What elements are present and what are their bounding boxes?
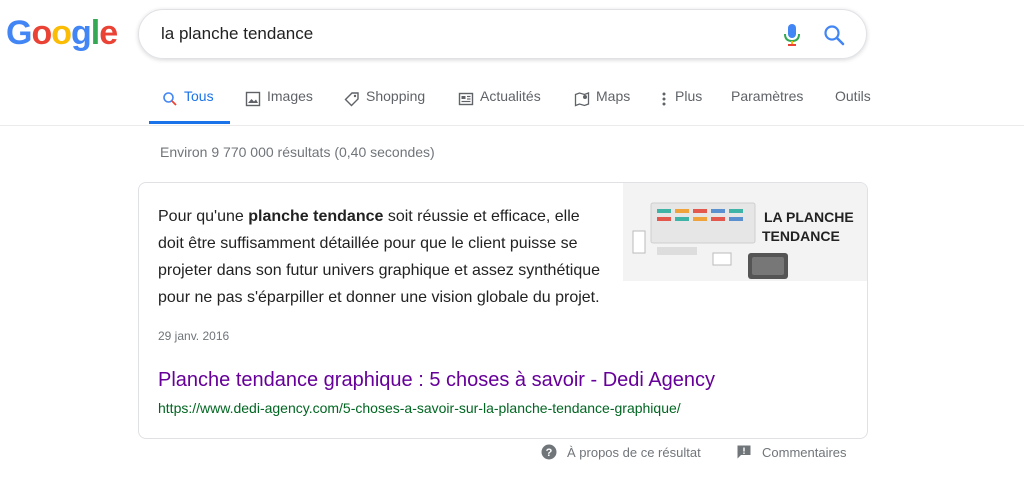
- snippet-bold: planche tendance: [248, 208, 384, 225]
- tab-label: Actualités: [480, 88, 541, 104]
- active-tab-indicator: [149, 121, 230, 124]
- tab-label: Images: [267, 88, 313, 104]
- logo-letter: l: [90, 14, 101, 52]
- search-input[interactable]: la planche tendance: [161, 24, 313, 44]
- snippet-pre: Pour qu'une: [158, 208, 249, 225]
- tab-label: Shopping: [366, 88, 426, 104]
- logo-letter: o: [51, 14, 72, 52]
- about-result-link[interactable]: ? À propos de ce résultat: [541, 444, 701, 460]
- search-tabs: Tous Images Shopping Actualités Maps Plu…: [0, 82, 1024, 126]
- map-icon: [574, 92, 590, 107]
- svg-text:?: ?: [546, 447, 553, 459]
- search-icon: [163, 92, 177, 106]
- snippet-thumbnail[interactable]: LA PLANCHE TENDANCE: [623, 183, 867, 281]
- tag-icon: [344, 92, 359, 107]
- tab-tous[interactable]: Tous: [162, 88, 214, 124]
- image-icon: [245, 91, 261, 107]
- tab-actualites[interactable]: Actualités: [458, 88, 541, 124]
- thumbnail-title-line2: TENDANCE: [762, 228, 840, 244]
- tab-outils[interactable]: Outils: [835, 88, 871, 124]
- news-icon: [458, 92, 474, 106]
- thumbnail-title-line1: LA PLANCHE: [764, 209, 854, 225]
- feedback-link[interactable]: Commentaires: [736, 444, 847, 460]
- feedback-icon: [737, 445, 751, 459]
- more-vert-icon: [662, 92, 666, 106]
- tab-label: Outils: [835, 88, 871, 104]
- tab-label: Plus: [675, 88, 703, 104]
- result-stats: Environ 9 770 000 résultats (0,40 second…: [160, 144, 435, 160]
- logo-letter: G: [6, 14, 32, 52]
- google-logo[interactable]: Google: [6, 14, 118, 53]
- featured-snippet: Pour qu'une planche tendance soit réussi…: [138, 182, 868, 439]
- search-icon[interactable]: [822, 23, 846, 47]
- snippet-date: 29 janv. 2016: [158, 329, 230, 343]
- about-result-label: À propos de ce résultat: [567, 444, 701, 460]
- result-title-link[interactable]: Planche tendance graphique : 5 choses à …: [158, 369, 715, 392]
- search-box[interactable]: la planche tendance: [138, 9, 867, 59]
- tab-parametres[interactable]: Paramètres: [731, 88, 803, 124]
- tab-shopping[interactable]: Shopping: [344, 88, 425, 124]
- feedback-label: Commentaires: [762, 444, 847, 460]
- logo-letter: e: [99, 14, 118, 52]
- logo-letter: o: [31, 14, 52, 52]
- tab-images[interactable]: Images: [245, 88, 313, 124]
- tab-label: Maps: [596, 88, 631, 104]
- tab-label: Paramètres: [731, 88, 804, 104]
- logo-letter: g: [71, 14, 92, 52]
- tab-label: Tous: [184, 88, 214, 104]
- tab-maps[interactable]: Maps: [574, 88, 630, 124]
- snippet-text: Pour qu'une planche tendance soit réussi…: [158, 203, 608, 311]
- microphone-icon[interactable]: [782, 23, 802, 47]
- thumbnail-illustration: LA PLANCHE TENDANCE: [623, 183, 867, 281]
- tab-plus[interactable]: Plus: [661, 88, 702, 124]
- result-url: https://www.dedi-agency.com/5-choses-a-s…: [158, 400, 681, 416]
- help-circle-icon: ?: [541, 444, 557, 460]
